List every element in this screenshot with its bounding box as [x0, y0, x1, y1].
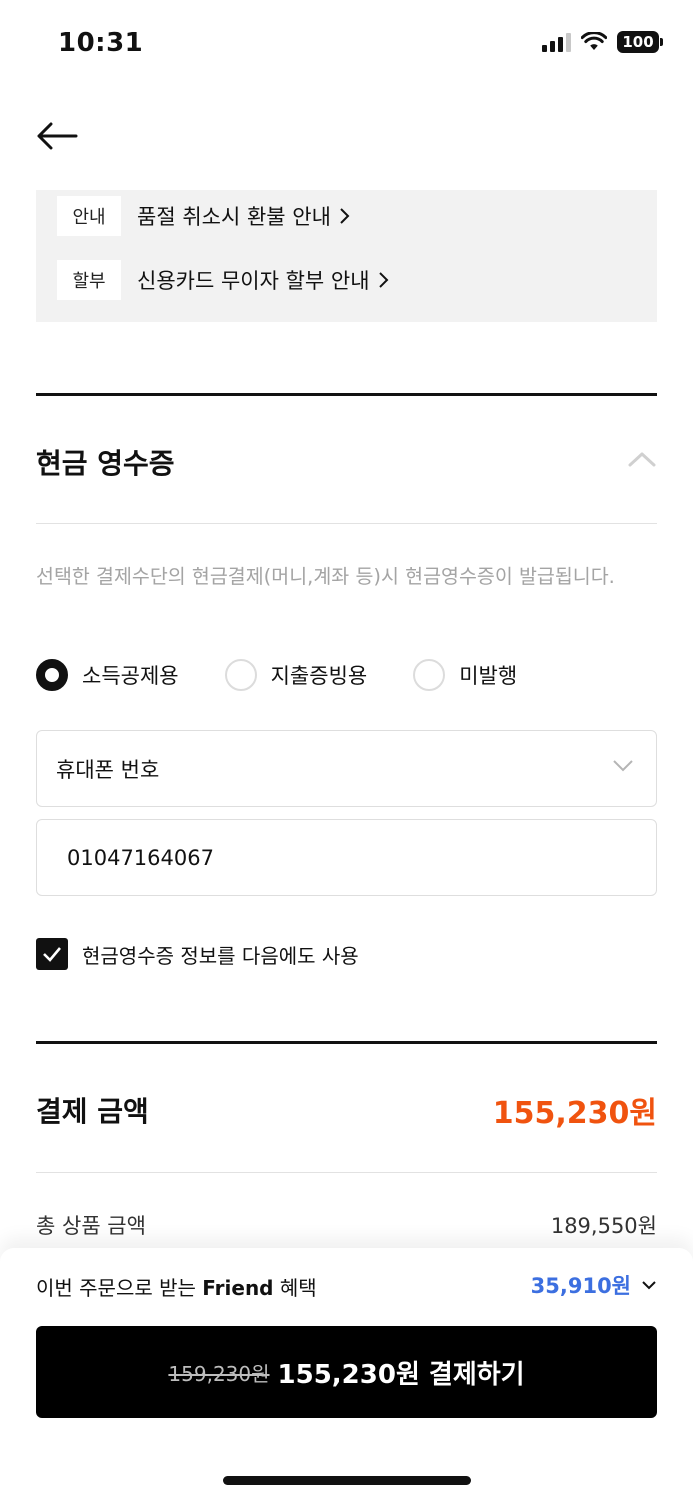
- arrow-left-icon: [37, 122, 78, 150]
- chevron-right-icon: [340, 208, 350, 224]
- benefit-label: 이번 주문으로 받는 Friend 혜택: [36, 1272, 317, 1301]
- pay-button[interactable]: 159,230원 155,230원 결제하기: [36, 1326, 657, 1418]
- cash-receipt-description: 선택한 결제수단의 현금결제(머니,계좌 등)시 현금영수증이 발급됩니다.: [36, 565, 615, 588]
- chevron-right-icon: [378, 272, 388, 288]
- wifi-icon: [581, 32, 607, 50]
- receipt-type-radio-group: 소득공제용 지출증빙용 미발행: [36, 659, 517, 691]
- benefit-amount: 35,910원: [530, 1274, 631, 1298]
- signal-icon: [542, 32, 571, 52]
- id-type-select[interactable]: 휴대폰 번호: [36, 730, 657, 807]
- notice-tag: 안내: [57, 196, 121, 236]
- notice-text: 품절 취소시 환불 안내: [137, 205, 331, 229]
- chevron-down-icon: [642, 1281, 656, 1290]
- section-divider: [36, 393, 657, 396]
- benefit-prefix: 이번 주문으로 받는: [36, 1276, 196, 1300]
- checkbox-box: [36, 938, 68, 970]
- divider: [36, 1172, 657, 1173]
- benefit-suffix: 혜택: [279, 1276, 317, 1300]
- battery-level: 100: [622, 33, 654, 51]
- radio-label: 미발행: [459, 664, 518, 688]
- chevron-up-icon[interactable]: [626, 448, 658, 470]
- radio-circle: [36, 659, 68, 691]
- total-product-value: 189,550원: [550, 1214, 657, 1238]
- status-icons: 100: [542, 31, 663, 53]
- section-divider: [36, 1041, 657, 1044]
- home-indicator: [223, 1476, 471, 1485]
- radio-label: 소득공제용: [82, 664, 179, 688]
- radio-circle: [224, 659, 257, 691]
- save-receipt-info-checkbox[interactable]: 현금영수증 정보를 다음에도 사용: [36, 938, 359, 970]
- benefit-brand: Friend: [202, 1276, 274, 1300]
- id-type-value: 휴대폰 번호: [56, 757, 160, 782]
- status-bar: 10:31 100: [0, 0, 693, 90]
- radio-not-issued[interactable]: 미발행: [413, 659, 517, 691]
- status-time: 10:31: [58, 28, 144, 58]
- payment-title: 결제 금액: [36, 1095, 149, 1128]
- radio-income-deduction[interactable]: 소득공제용: [36, 659, 179, 691]
- notice-installment-link[interactable]: 할부 신용카드 무이자 할부 안내: [57, 260, 390, 300]
- radio-expense-proof[interactable]: 지출증빙용: [224, 659, 368, 691]
- radio-label: 지출증빙용: [270, 664, 368, 688]
- benefit-toggle[interactable]: 35,910원: [531, 1270, 657, 1300]
- notice-refund-link[interactable]: 안내 품절 취소시 환불 안내: [57, 196, 351, 236]
- notice-text: 신용카드 무이자 할부 안내: [137, 269, 370, 293]
- original-price: 159,230원: [168, 1361, 270, 1386]
- notice-tag: 할부: [57, 260, 121, 300]
- checkmark-icon: [43, 947, 61, 962]
- pay-button-label: 155,230원 결제하기: [277, 1359, 525, 1390]
- bottom-checkout-sheet: 이번 주문으로 받는 Friend 혜택 35,910원 159,230원 15…: [0, 1248, 693, 1500]
- total-product-label: 총 상품 금액: [36, 1214, 146, 1238]
- cash-receipt-title: 현금 영수증: [36, 447, 175, 480]
- phone-number-input[interactable]: 01047164067: [36, 819, 657, 896]
- chevron-down-icon: [613, 760, 633, 772]
- divider: [36, 523, 657, 524]
- battery-icon: 100: [617, 31, 663, 53]
- checkbox-label: 현금영수증 정보를 다음에도 사용: [82, 943, 359, 968]
- notice-box: 안내 품절 취소시 환불 안내 할부 신용카드 무이자 할부 안내: [36, 190, 657, 322]
- radio-circle: [413, 659, 446, 691]
- payment-total-amount: 155,230원: [492, 1096, 657, 1131]
- back-button[interactable]: [34, 116, 80, 156]
